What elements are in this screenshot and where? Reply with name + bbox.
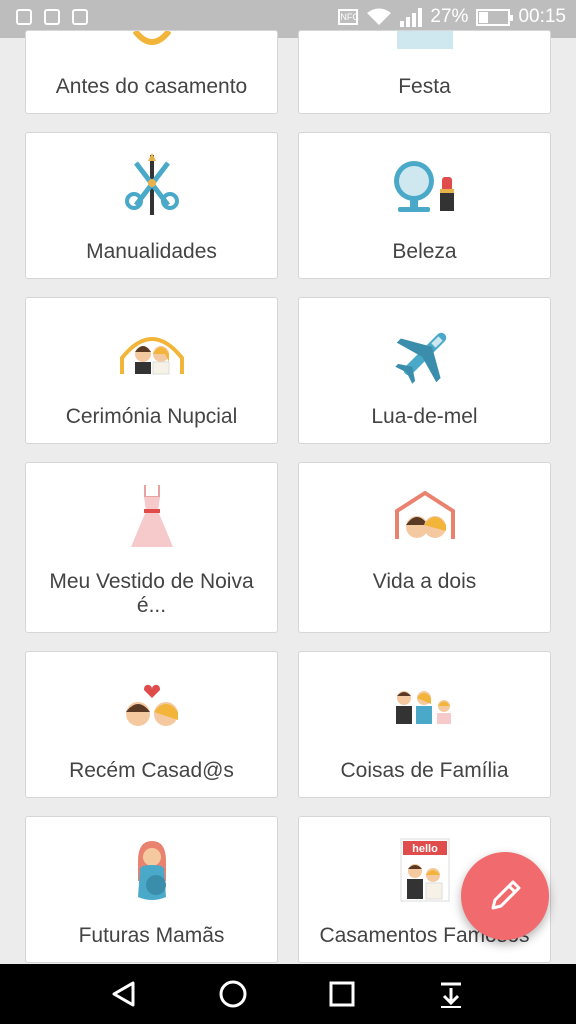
category-card-coisas-de-familia[interactable]: Coisas de Família [298,651,551,798]
category-label: Coisas de Família [340,759,509,782]
category-label: Cerimónia Nupcial [65,405,238,428]
category-card-beleza[interactable]: Beleza [298,132,551,279]
category-label: Manualidades [86,240,217,263]
back-triangle-icon [112,981,135,1007]
mirror-lipstick-icon [393,161,454,212]
category-label: Festa [398,75,451,98]
couple-house-icon [394,491,455,539]
category-card-festa[interactable]: Festa [298,30,551,114]
category-card-lua-de-mel[interactable]: Lua-de-mel [298,297,551,444]
wedding-dress-icon [130,485,173,547]
category-label: Lua-de-mel [371,405,478,428]
category-label: Beleza [392,240,457,263]
crafts-scissors-icon [124,153,179,215]
category-grid: Antes do casamento Festa Manualidades Be… [0,0,576,964]
category-label: Recém Casad@s [69,759,234,782]
category-label: Meu Vestido de Noiva é... [49,570,254,617]
category-label: Futuras Mamãs [78,924,225,947]
category-card-cerimonia-nupcial[interactable]: Cerimónia Nupcial [25,297,278,444]
category-card-manualidades[interactable]: Manualidades [25,132,278,279]
ceremony-couple-icon [119,337,184,375]
category-card-futuras-mamas[interactable]: Futuras Mamãs [25,816,278,963]
pull-down-icon [441,982,461,1008]
notification-shade-button[interactable] [431,976,471,1012]
category-card-recem-casados[interactable]: Recém Casad@s [25,651,278,798]
party-icon [396,31,453,49]
navigation-bar [0,964,576,1024]
back-button[interactable] [104,976,144,1012]
category-label: Vida a dois [372,570,477,593]
airplane-icon [394,332,446,384]
category-label: Antes do casamento [55,75,248,98]
category-card-meu-vestido-de-noiva[interactable]: Meu Vestido de Noiva é... [25,462,278,633]
recents-square-icon [329,981,355,1007]
compose-fab-button[interactable] [461,852,549,940]
home-button[interactable] [213,976,253,1012]
category-card-vida-a-dois[interactable]: Vida a dois [298,462,551,633]
category-card-antes-do-casamento[interactable]: Antes do casamento [25,30,278,114]
family-icon [395,691,451,724]
pregnant-mom-icon [137,841,166,900]
couple-heart-icon [125,684,178,726]
magazine-title: hello [412,843,438,855]
ring-icon [132,31,171,45]
pencil-icon [491,880,521,910]
magazine-hello-icon: hello [400,838,449,902]
recents-button[interactable] [322,976,362,1012]
home-circle-icon [219,980,247,1008]
